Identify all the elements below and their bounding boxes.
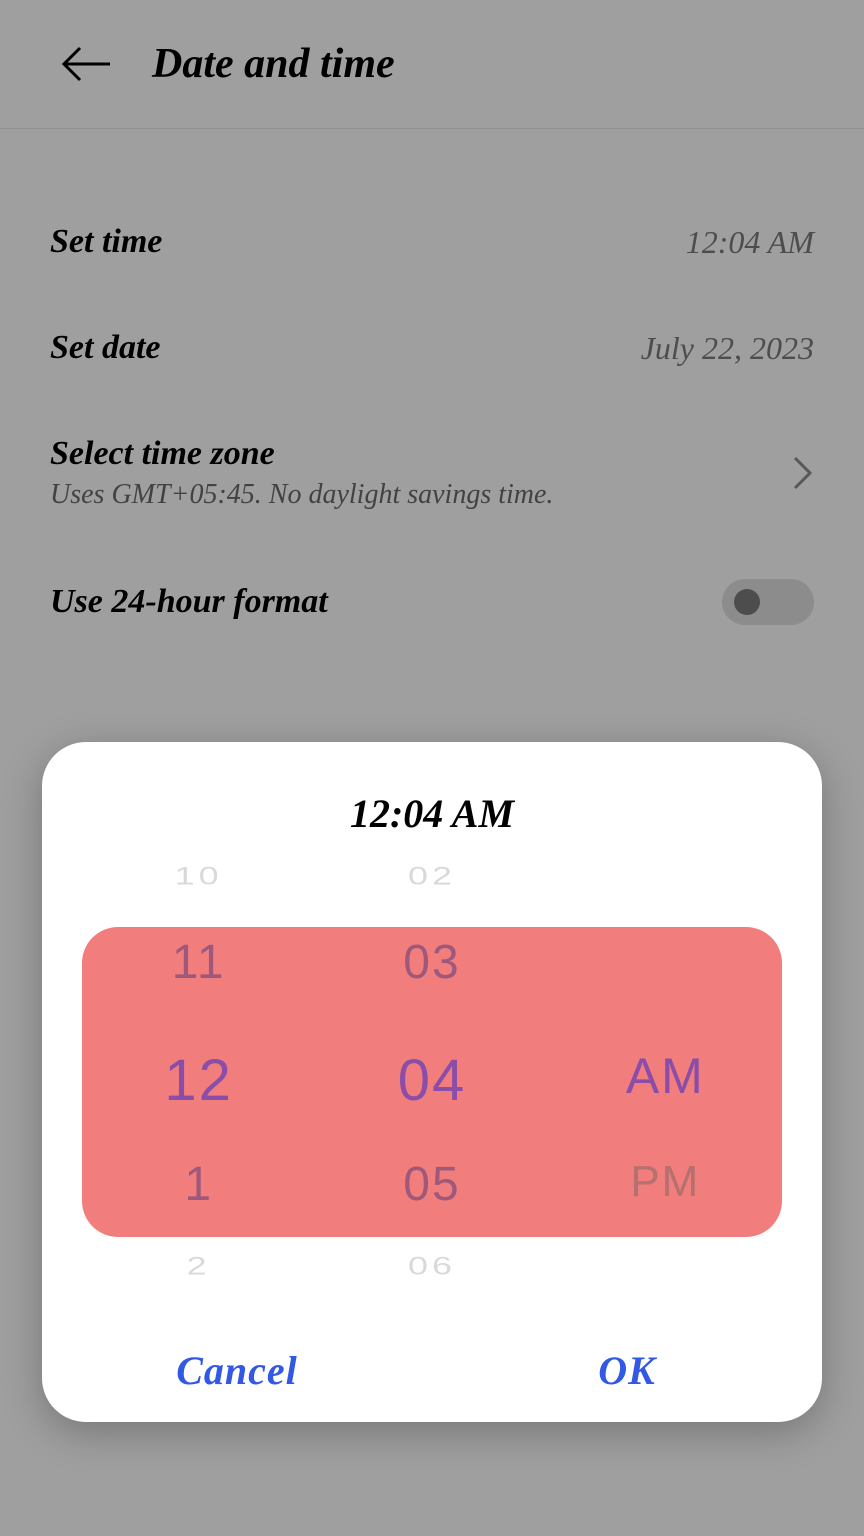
use-24h-label: Use 24-hour format xyxy=(50,583,328,621)
ampm-item-selected: AM xyxy=(549,1047,782,1105)
hour-item: 11 xyxy=(82,935,315,990)
toggle-knob xyxy=(734,589,760,615)
minute-item: 05 xyxy=(315,1157,548,1212)
hour-item: 10 xyxy=(82,861,315,890)
page-title: Date and time xyxy=(152,40,395,88)
arrow-left-icon xyxy=(60,46,112,82)
hour-item: 2 xyxy=(82,1251,315,1280)
hour-item: 1 xyxy=(82,1157,315,1212)
minute-item: 06 xyxy=(315,1251,548,1280)
ampm-item: PM xyxy=(549,1157,782,1207)
minute-picker[interactable]: 02 03 04 05 06 xyxy=(315,857,548,1287)
time-picker-dialog: 12:04 AM 10 11 12 1 2 02 03 04 05 06 xyxy=(42,742,822,1422)
chevron-right-icon xyxy=(792,455,814,491)
settings-list: Set time 12:04 AM Set date July 22, 2023… xyxy=(0,129,864,659)
cancel-button[interactable]: Cancel xyxy=(42,1347,432,1394)
timezone-sub: Uses GMT+05:45. No daylight savings time… xyxy=(50,479,553,511)
set-time-label: Set time xyxy=(50,223,162,261)
setting-timezone[interactable]: Select time zone Uses GMT+05:45. No dayl… xyxy=(50,401,814,545)
hour-item-selected: 12 xyxy=(82,1047,315,1114)
minute-item: 03 xyxy=(315,935,548,990)
hour-picker[interactable]: 10 11 12 1 2 xyxy=(82,857,315,1287)
minute-item-selected: 04 xyxy=(315,1047,548,1114)
setting-set-date[interactable]: Set date July 22, 2023 xyxy=(50,295,814,401)
set-date-label: Set date xyxy=(50,329,160,367)
set-date-value: July 22, 2023 xyxy=(641,330,814,367)
ampm-picker[interactable]: AM PM xyxy=(549,857,782,1287)
use-24h-toggle[interactable] xyxy=(722,579,814,625)
setting-set-time[interactable]: Set time 12:04 AM xyxy=(50,189,814,295)
timezone-label: Select time zone xyxy=(50,435,553,473)
minute-item: 02 xyxy=(315,861,548,890)
back-button[interactable] xyxy=(60,44,112,84)
setting-24h-format[interactable]: Use 24-hour format xyxy=(50,545,814,659)
dialog-title: 12:04 AM xyxy=(42,790,822,837)
set-time-value: 12:04 AM xyxy=(686,224,814,261)
ok-button[interactable]: OK xyxy=(432,1347,822,1394)
